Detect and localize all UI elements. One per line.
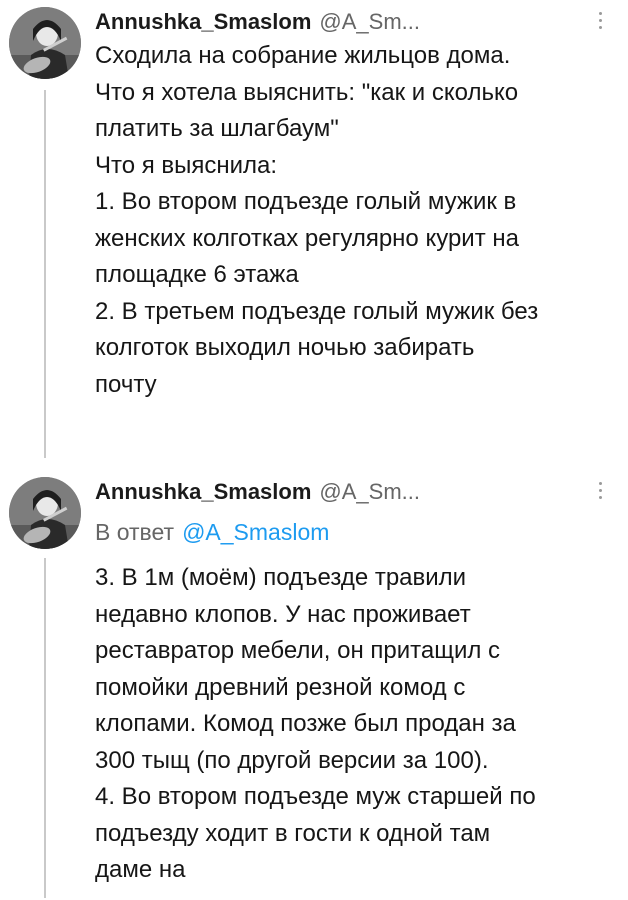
- reply-context: В ответ @A_Smaslom: [95, 516, 329, 548]
- tweet-text-line: реставратор мебели, он притащил с: [95, 637, 501, 664]
- author-handle[interactable]: @A_Sm...: [319, 9, 420, 35]
- tweet-text-line: 4. Во втором подъезде муж старшей по: [95, 783, 536, 810]
- tweet-header: Annushka_Smaslom @A_Sm...: [95, 476, 420, 508]
- author-handle[interactable]: @A_Sm...: [319, 479, 420, 505]
- more-options-icon[interactable]: [596, 12, 604, 34]
- author-name[interactable]: Annushka_Smaslom: [95, 479, 311, 505]
- tweet-text: 3. В 1м (моём) подъезде травили недавно …: [95, 560, 620, 889]
- reply-mention-link[interactable]: @A_Smaslom: [182, 519, 329, 546]
- tweet-text-line: Что я хотела выяснить: "как и сколько: [95, 78, 519, 106]
- tweet-text-line: колготок выходил ночью забирать: [95, 334, 475, 361]
- tweet-text-line: 300 тыщ (по другой версии за 100).: [95, 746, 489, 774]
- tweet-text-line: почту: [95, 370, 157, 398]
- reply-prefix: В ответ: [95, 518, 175, 545]
- tweet-text: Сходила на собрание жильцов дома. Что я …: [95, 38, 620, 403]
- avatar[interactable]: [9, 477, 81, 549]
- author-name[interactable]: Annushka_Smaslom: [95, 9, 311, 35]
- tweet-text-line: 3. В 1м (моём) подъезде травили: [95, 564, 467, 591]
- tweet-text-line: даме на: [95, 856, 186, 883]
- tweet-text-line: подъезду ходит в гости к одной там: [95, 819, 491, 847]
- tweet-text-line: помойки древний резной комод с: [95, 673, 466, 701]
- tweet-header: Annushka_Smaslom @A_Sm...: [95, 6, 420, 38]
- avatar[interactable]: [9, 7, 81, 79]
- tweet-text-line: 2. В третьем подъезде голый мужик без: [95, 297, 539, 325]
- tweet-text-line: Что я выяснила:: [95, 151, 278, 179]
- tweet-text-line: 1. Во втором подъезде голый мужик в: [95, 188, 517, 215]
- tweet-text-line: платить за шлагбаум": [95, 115, 339, 142]
- tweet-text-line: недавно клопов. У нас проживает: [95, 600, 471, 628]
- more-options-icon[interactable]: [596, 482, 604, 504]
- tweet-text-line: женских колготках регулярно курит на: [95, 224, 519, 252]
- tweet-text-line: клопами. Комод позже был продан за: [95, 710, 516, 737]
- tweet-text-line: площадке 6 этажа: [95, 261, 299, 288]
- thread-connector-line: [44, 558, 46, 898]
- thread-connector-line: [44, 90, 46, 458]
- tweet-text-line: Сходила на собрание жильцов дома.: [95, 42, 511, 69]
